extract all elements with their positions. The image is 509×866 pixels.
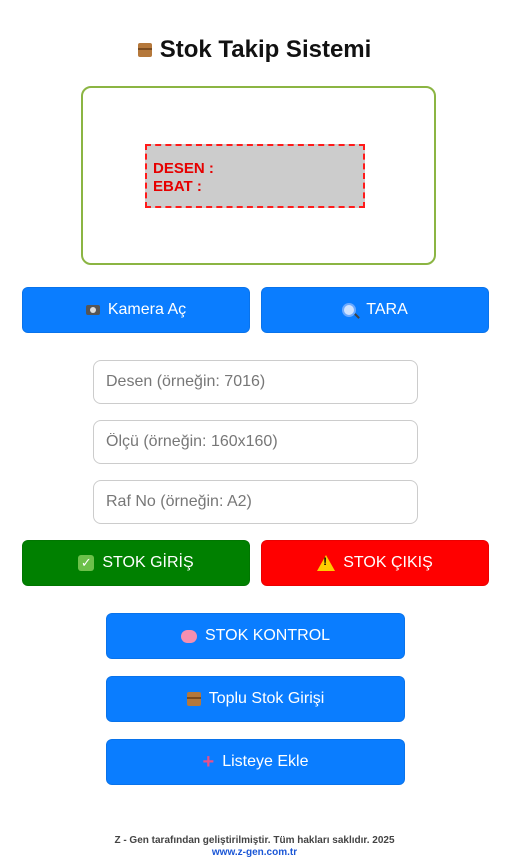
bulk-stock-entry-button[interactable]: Toplu Stok Girişi	[106, 676, 405, 722]
ebat-label: EBAT :	[153, 178, 202, 195]
raf-input[interactable]	[93, 480, 418, 524]
desen-label: DESEN :	[153, 160, 214, 177]
stock-control-button[interactable]: STOK KONTROL	[106, 613, 405, 659]
stock-in-label: STOK GİRİŞ	[102, 554, 194, 571]
scan-button[interactable]: TARA	[261, 287, 489, 333]
page-title-text: Stok Takip Sistemi	[159, 36, 372, 63]
footer-website-link[interactable]: www.z-gen.com.tr	[0, 847, 509, 858]
stock-in-button[interactable]: ✓ STOK GİRİŞ	[22, 540, 250, 586]
plus-icon: +	[202, 751, 215, 773]
package-icon	[186, 692, 201, 706]
check-icon: ✓	[78, 555, 95, 571]
add-to-list-button[interactable]: + Listeye Ekle	[106, 739, 405, 785]
stock-control-label: STOK KONTROL	[204, 627, 331, 644]
warning-icon	[317, 555, 336, 571]
scan-label: TARA	[366, 301, 408, 318]
package-icon	[137, 43, 152, 57]
scan-label-box: DESEN : EBAT :	[145, 144, 365, 208]
camera-icon	[85, 305, 100, 315]
brain-icon	[180, 629, 197, 643]
stock-out-label: STOK ÇIKIŞ	[343, 554, 433, 571]
magnifier-icon	[342, 303, 357, 317]
camera-preview-area: DESEN : EBAT :	[81, 86, 436, 265]
olcu-input[interactable]	[93, 420, 418, 464]
desen-input[interactable]	[93, 360, 418, 404]
stock-out-button[interactable]: STOK ÇIKIŞ	[261, 540, 489, 586]
camera-open-label: Kamera Aç	[107, 301, 187, 318]
bulk-stock-entry-label: Toplu Stok Girişi	[208, 690, 325, 707]
footer-copyright: Z - Gen tarafından geliştirilmiştir. Tüm…	[114, 835, 395, 846]
page-title: Stok Takip Sistemi	[0, 36, 509, 64]
camera-open-button[interactable]: Kamera Aç	[22, 287, 250, 333]
add-to-list-label: Listeye Ekle	[222, 753, 309, 770]
